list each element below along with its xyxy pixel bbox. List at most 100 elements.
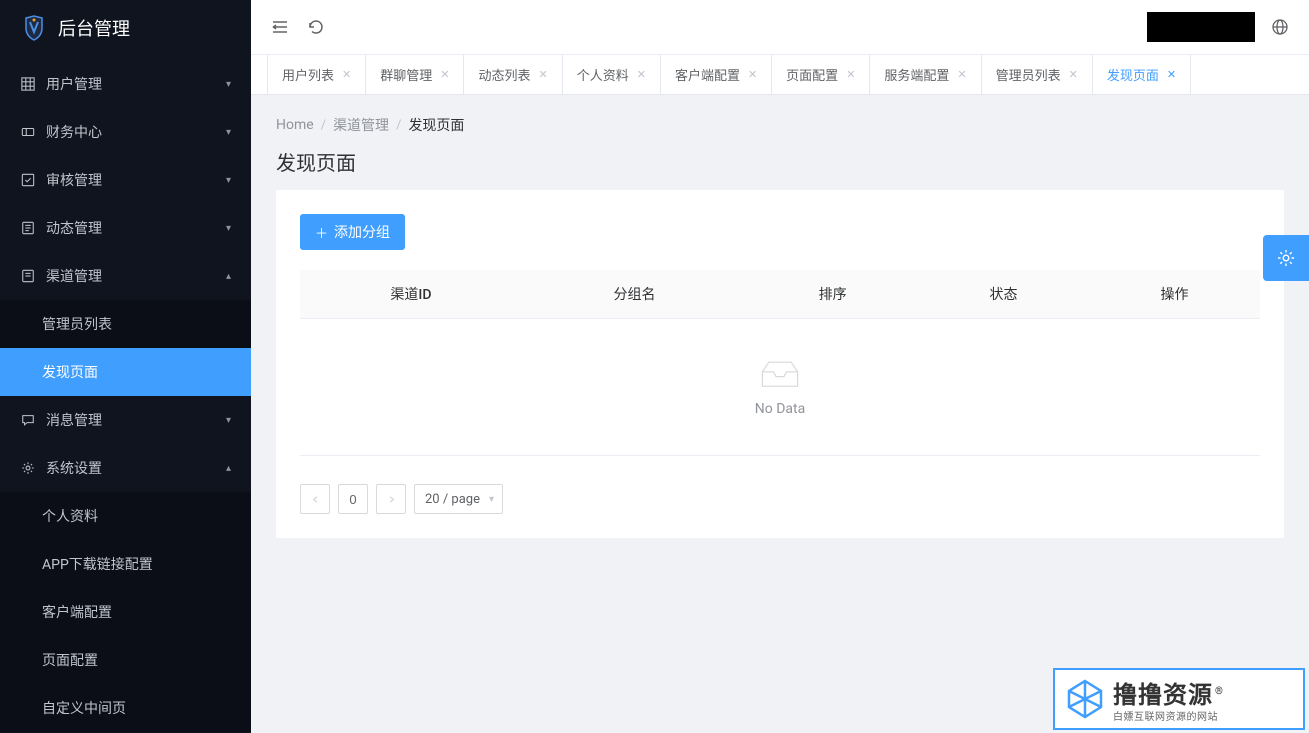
watermark-subtitle: 白嫖互联网资源的网站: [1113, 708, 1221, 723]
sidebar-subitem-label: APP下载链接配置: [42, 554, 153, 574]
sidebar-item-users[interactable]: 用户管理 ▾: [0, 60, 251, 108]
tab-label: 发现页面: [1107, 65, 1159, 84]
empty-text: No Data: [300, 401, 1260, 417]
tab-group-chat[interactable]: 群聊管理✕: [365, 55, 464, 94]
sidebar-subitem-custom-middle[interactable]: 自定义中间页: [0, 684, 251, 732]
table-header-status: 状态: [918, 270, 1089, 319]
sidebar-item-label: 渠道管理: [46, 266, 226, 286]
sidebar-item-dynamic[interactable]: 动态管理 ▾: [0, 204, 251, 252]
page-number-input[interactable]: [338, 484, 368, 514]
watermark-title: 撸撸资源: [1113, 681, 1213, 709]
breadcrumb-channel[interactable]: 渠道管理: [333, 115, 389, 135]
brand-title: 后台管理: [58, 15, 130, 41]
close-icon[interactable]: ✕: [440, 68, 449, 81]
sidebar-subitem-label: 客户端配置: [42, 602, 112, 622]
data-table: 渠道ID 分组名 排序 状态 操作: [300, 270, 1260, 319]
table-header-group-name: 分组名: [522, 270, 747, 319]
sidebar-subitem-label: 管理员列表: [42, 314, 112, 334]
breadcrumb-sep: /: [396, 118, 401, 133]
breadcrumb-current: 发现页面: [408, 115, 464, 135]
chevron-down-icon: ▾: [226, 223, 231, 234]
tab-label: 客户端配置: [675, 65, 740, 84]
sidebar-item-finance[interactable]: 财务中心 ▾: [0, 108, 251, 156]
close-icon[interactable]: ✕: [846, 68, 855, 81]
refresh-button[interactable]: [307, 18, 325, 36]
globe-icon[interactable]: [1271, 18, 1289, 36]
button-label: 添加分组: [334, 222, 390, 242]
page-head: Home / 渠道管理 / 发现页面 发现页面: [251, 95, 1309, 190]
close-icon[interactable]: ✕: [1069, 68, 1078, 81]
sidebar-item-message[interactable]: 消息管理 ▾: [0, 396, 251, 444]
chevron-down-icon: ▾: [226, 175, 231, 186]
sidebar-item-label: 系统设置: [46, 458, 226, 478]
sidebar-subitem-profile[interactable]: 个人资料: [0, 492, 251, 540]
sidebar-item-label: 审核管理: [46, 170, 226, 190]
watermark-logo-icon: [1063, 677, 1107, 721]
collapse-sidebar-button[interactable]: [271, 18, 289, 36]
page-size-select[interactable]: 20 / page ▾: [414, 484, 503, 514]
chevron-down-icon: ▾: [226, 415, 231, 426]
sidebar-subitem-client-config[interactable]: 客户端配置: [0, 588, 251, 636]
inbox-icon: [756, 359, 804, 389]
sidebar-item-label: 财务中心: [46, 122, 226, 142]
tabs-bar: 用户列表 ✕ 群聊管理✕ 动态列表 ✕ 个人资料 ✕ 客户端配置 ✕ 页面配置✕ 服务端…: [251, 55, 1309, 95]
page-size-label: 20 / page: [425, 492, 480, 507]
sidebar-subitem-discover-page[interactable]: 发现页面: [0, 348, 251, 396]
watermark-reg-mark: ®: [1215, 686, 1223, 697]
tab-label: 用户列表: [282, 65, 334, 84]
doc-icon: [20, 268, 36, 284]
plus-icon: ＋: [315, 223, 328, 242]
watermark-badge: 撸撸资源® 白嫖互联网资源的网站: [1053, 668, 1305, 730]
tab-label: 服务端配置: [884, 65, 949, 84]
close-icon[interactable]: ✕: [342, 68, 351, 81]
sidebar-subitem-app-download[interactable]: APP下载链接配置: [0, 540, 251, 588]
empty-state: No Data: [300, 319, 1260, 447]
user-area[interactable]: [1147, 12, 1255, 42]
sidebar-item-audit[interactable]: 审核管理 ▾: [0, 156, 251, 204]
close-icon[interactable]: ✕: [538, 68, 547, 81]
tab-page-config[interactable]: 页面配置✕: [771, 55, 870, 94]
close-icon[interactable]: ✕: [957, 68, 966, 81]
sidebar-item-system[interactable]: 系统设置 ▴: [0, 444, 251, 492]
grid-icon: [20, 76, 36, 92]
gear-icon: [20, 460, 36, 476]
sidebar-subitem-label: 发现页面: [42, 362, 98, 382]
chevron-down-icon: ▾: [489, 494, 494, 505]
page-title: 发现页面: [276, 147, 1284, 176]
close-icon[interactable]: ✕: [748, 68, 757, 81]
pagination: 20 / page ▾: [300, 455, 1260, 514]
tab-user-list[interactable]: 用户列表 ✕: [267, 55, 366, 94]
next-page-button[interactable]: [376, 484, 406, 514]
breadcrumb-home[interactable]: Home: [276, 117, 314, 133]
tab-dynamic-list[interactable]: 动态列表 ✕: [463, 55, 562, 94]
tab-server-config[interactable]: 服务端配置 ✕: [869, 55, 981, 94]
sidebar-header: 后台管理: [0, 0, 251, 56]
chevron-down-icon: ▾: [226, 79, 231, 90]
add-group-button[interactable]: ＋ 添加分组: [300, 214, 405, 250]
breadcrumb-sep: /: [321, 118, 326, 133]
table-header-sort: 排序: [747, 270, 918, 319]
tab-label: 动态列表: [478, 65, 530, 84]
close-icon[interactable]: ✕: [1167, 68, 1176, 81]
table-header-channel-id: 渠道ID: [300, 270, 522, 319]
tab-client-config[interactable]: 客户端配置 ✕: [660, 55, 772, 94]
prev-page-button[interactable]: [300, 484, 330, 514]
sidebar-item-channel[interactable]: 渠道管理 ▴: [0, 252, 251, 300]
sidebar-subitem-admin-list[interactable]: 管理员列表: [0, 300, 251, 348]
close-icon[interactable]: ✕: [637, 68, 646, 81]
chevron-down-icon: ▾: [226, 127, 231, 138]
sidebar-subitem-label: 自定义中间页: [42, 698, 126, 718]
content-area: Home / 渠道管理 / 发现页面 发现页面 ＋ 添加分组 渠道ID: [251, 95, 1309, 733]
tab-admin-list[interactable]: 管理员列表✕: [981, 55, 1093, 94]
sidebar-menu: 用户管理 ▾ 财务中心 ▾ 审核管理 ▾ 动态管理 ▾: [0, 56, 251, 732]
floating-settings-button[interactable]: [1263, 235, 1309, 281]
sidebar-item-label: 动态管理: [46, 218, 226, 238]
tab-profile[interactable]: 个人资料 ✕: [562, 55, 661, 94]
sidebar-subitem-page-config[interactable]: 页面配置: [0, 636, 251, 684]
tab-label: 个人资料: [577, 65, 629, 84]
sidebar-subitem-label: 页面配置: [42, 650, 98, 670]
sidebar-item-label: 消息管理: [46, 410, 226, 430]
ticket-icon: [20, 124, 36, 140]
tab-discover-page[interactable]: 发现页面 ✕: [1092, 55, 1191, 94]
main-card: ＋ 添加分组 渠道ID 分组名 排序 状态 操作: [276, 190, 1284, 538]
